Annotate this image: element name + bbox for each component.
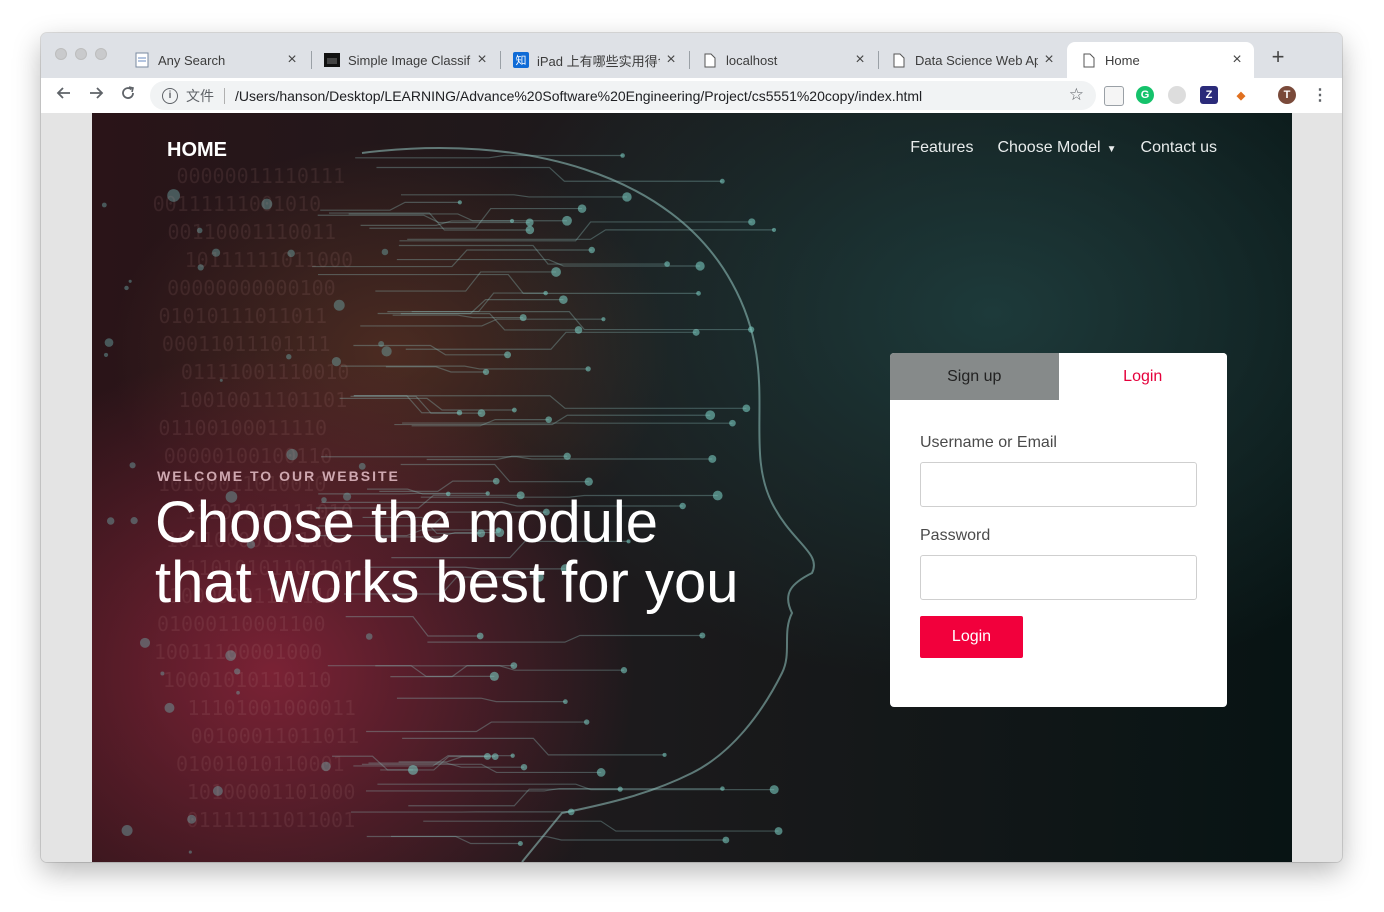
url-text[interactable]: /Users/hanson/Desktop/LEARNING/Advance%2…: [235, 88, 922, 104]
headline-line-2: that works best for you: [155, 550, 739, 615]
new-tab-button[interactable]: +: [1266, 45, 1290, 69]
svg-text:01001010110001: 01001010110001: [176, 752, 345, 776]
back-icon[interactable]: [52, 84, 76, 108]
profile-avatar[interactable]: T: [1278, 86, 1296, 104]
password-label: Password: [920, 527, 991, 544]
browser-tab-active[interactable]: Home ×: [1067, 42, 1254, 78]
svg-text:11101001000011: 11101001000011: [187, 696, 356, 720]
minimize-window-button[interactable]: [75, 48, 87, 60]
site-brand[interactable]: HOME: [167, 139, 227, 162]
zhihu-icon: 知: [513, 52, 529, 68]
tab-title: localhost: [726, 52, 778, 68]
tab-title: Home: [1105, 52, 1140, 68]
hero-headline: Choose the module that works best for yo…: [155, 493, 855, 613]
svg-text:00000100100110: 00000100100110: [164, 444, 333, 468]
svg-text:00111111001010: 00111111001010: [153, 192, 322, 216]
svg-text:10001010110110: 10001010110110: [163, 668, 332, 692]
close-tab-icon[interactable]: ×: [1038, 51, 1060, 69]
close-tab-icon[interactable]: ×: [849, 51, 871, 69]
tab-title: iPad 上有哪些实用得令: [537, 53, 660, 69]
close-tab-icon[interactable]: ×: [660, 51, 682, 69]
svg-text:01100100011110: 01100100011110: [158, 416, 327, 440]
browser-toolbar: i 文件 /Users/hanson/Desktop/LEARNING/Adva…: [41, 78, 1342, 114]
headline-line-1: Choose the module: [155, 490, 658, 555]
svg-text:10011100001000: 10011100001000: [154, 640, 323, 664]
site-nav: Features Choose Model ▼ Contact us: [910, 139, 1217, 157]
close-tab-icon[interactable]: ×: [1226, 51, 1248, 69]
page-icon: [891, 52, 907, 68]
svg-text:01000110001100: 01000110001100: [157, 612, 326, 636]
password-field[interactable]: [920, 555, 1197, 600]
address-divider: [224, 87, 225, 104]
browser-tab[interactable]: Any Search ×: [120, 42, 309, 78]
z-extension-icon[interactable]: Z: [1200, 86, 1218, 104]
close-tab-icon[interactable]: ×: [471, 51, 493, 69]
dark-image-icon: [324, 52, 340, 68]
document-search-icon: [134, 52, 150, 68]
tab-signup[interactable]: Sign up: [890, 353, 1059, 400]
close-tab-icon[interactable]: ×: [281, 51, 303, 69]
browser-tab[interactable]: Simple Image Classifi ×: [310, 42, 499, 78]
reload-icon[interactable]: [116, 84, 140, 108]
nav-choose-model-label: Choose Model: [997, 139, 1101, 156]
page-viewport: 00000011110111 00111111001010 001100011100…: [41, 113, 1342, 862]
page-icon: [1081, 52, 1097, 68]
nav-contact[interactable]: Contact us: [1141, 139, 1217, 157]
svg-text:01010111011011: 01010111011011: [158, 304, 327, 328]
username-field[interactable]: [920, 462, 1197, 507]
browser-window: Any Search × Simple Image Classifi × 知 i…: [41, 33, 1342, 862]
document-extension-icon[interactable]: [1104, 86, 1124, 106]
username-label: Username or Email: [920, 434, 1057, 451]
auth-card: Sign up Login Username or Email Password…: [890, 353, 1227, 707]
page-icon: [702, 52, 718, 68]
forward-icon[interactable]: [84, 84, 108, 108]
hero-section: 00000011110111 00111111001010 001100011100…: [92, 113, 1292, 862]
metamask-fox-icon[interactable]: ◆: [1232, 86, 1250, 104]
tab-title: Simple Image Classifi: [348, 52, 471, 68]
svg-text:01111111011001: 01111111011001: [187, 808, 356, 832]
svg-text:00000000000100: 00000000000100: [167, 276, 336, 300]
svg-text:00100011011011: 00100011011011: [191, 724, 360, 748]
svg-text:01111001110010: 01111001110010: [181, 360, 350, 384]
zoom-window-button[interactable]: [95, 48, 107, 60]
caret-down-icon: ▼: [1106, 144, 1117, 155]
browser-tab[interactable]: localhost ×: [688, 42, 877, 78]
svg-text:00000011110111: 00000011110111: [176, 164, 345, 188]
scheme-label: 文件: [186, 87, 214, 104]
sync-extension-icon[interactable]: [1168, 86, 1186, 104]
tab-title: Data Science Web Ap: [915, 52, 1038, 68]
grammarly-icon[interactable]: G: [1136, 86, 1154, 104]
svg-text:10100001101000: 10100001101000: [187, 780, 356, 804]
nav-features[interactable]: Features: [910, 139, 973, 157]
tab-login[interactable]: Login: [1058, 353, 1227, 400]
browser-tab[interactable]: 知 iPad 上有哪些实用得令 ×: [499, 42, 688, 78]
svg-text:10111111011000: 10111111011000: [185, 248, 354, 272]
nav-choose-model[interactable]: Choose Model ▼: [997, 139, 1116, 157]
auth-tabs: Sign up Login: [890, 353, 1227, 400]
close-window-button[interactable]: [55, 48, 67, 60]
browser-tab[interactable]: Data Science Web Ap ×: [877, 42, 1066, 78]
hero-kicker: WELCOME TO OUR WEBSITE: [157, 468, 400, 484]
address-bar[interactable]: i 文件 /Users/hanson/Desktop/LEARNING/Adva…: [150, 81, 1096, 110]
svg-text:00110001110011: 00110001110011: [168, 220, 337, 244]
svg-text:10010011101101: 10010011101101: [179, 388, 348, 412]
svg-text:知: 知: [516, 53, 527, 67]
svg-text:00011011101111: 00011011101111: [162, 332, 331, 356]
login-button[interactable]: Login: [920, 616, 1023, 658]
info-icon[interactable]: i: [162, 87, 178, 104]
bookmark-star-icon[interactable]: ☆: [1069, 85, 1084, 105]
tab-strip: Any Search × Simple Image Classifi × 知 i…: [41, 33, 1342, 78]
tab-title: Any Search: [158, 52, 226, 68]
kebab-menu-icon[interactable]: ⋮: [1311, 86, 1329, 104]
